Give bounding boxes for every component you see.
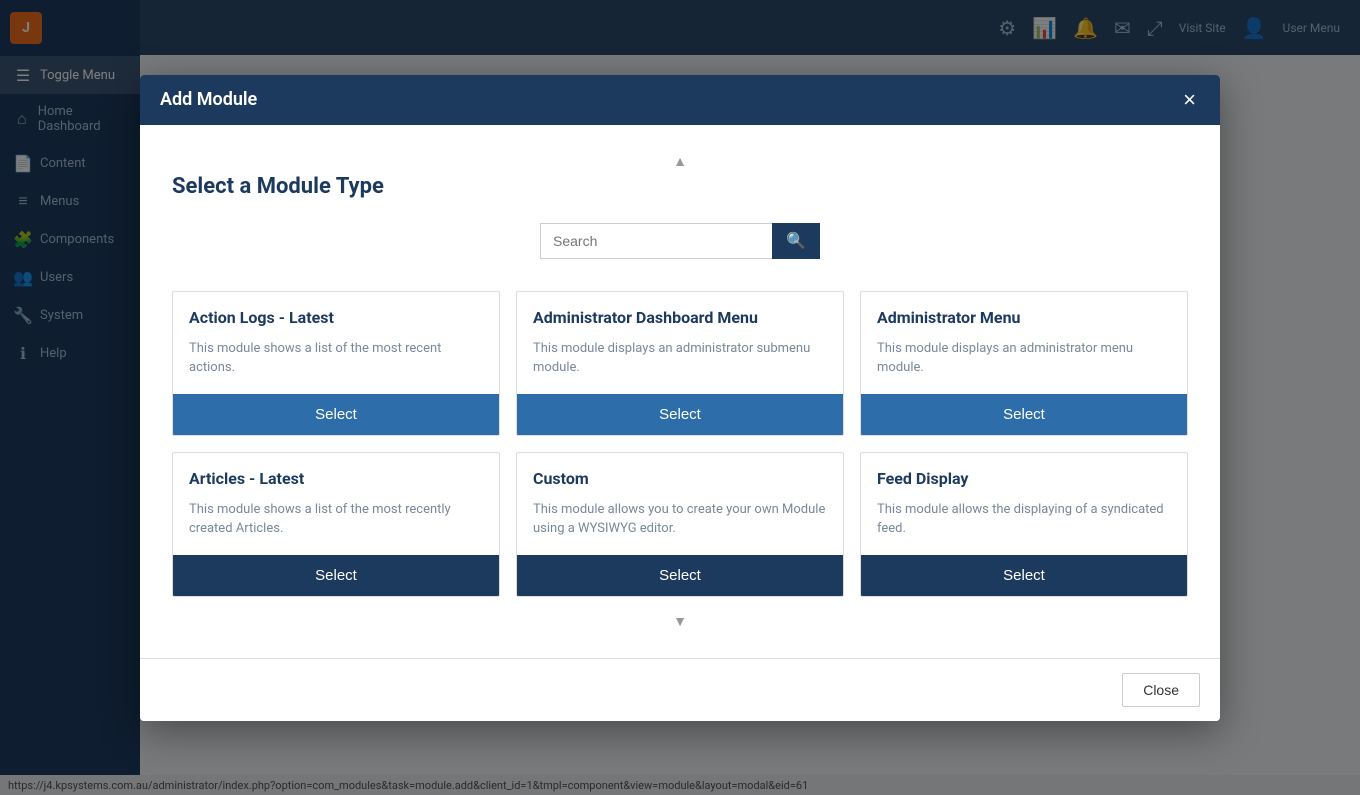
module-card-body: Custom This module allows you to create … [517, 453, 843, 555]
module-card-description: This module allows the displaying of a s… [877, 500, 1171, 539]
select-button-admin-dashboard-menu[interactable]: Select [517, 394, 843, 435]
module-card-footer: Select [517, 555, 843, 596]
select-button-articles-latest[interactable]: Select [173, 555, 499, 596]
module-card-title: Articles - Latest [189, 469, 483, 488]
section-title: Select a Module Type [172, 174, 1188, 199]
modal-overlay: Add Module × ▲ Select a Module Type 🔍 [0, 0, 1360, 795]
modal-footer: Close [140, 658, 1220, 721]
module-card-body: Administrator Dashboard Menu This module… [517, 292, 843, 394]
module-card-footer: Select [861, 555, 1187, 596]
modal-close-button[interactable]: × [1179, 89, 1200, 111]
module-card-admin-menu: Administrator Menu This module displays … [860, 291, 1188, 436]
select-button-action-logs[interactable]: Select [173, 394, 499, 435]
select-button-admin-menu[interactable]: Select [861, 394, 1187, 435]
module-card-title: Administrator Menu [877, 308, 1171, 327]
module-card-body: Administrator Menu This module displays … [861, 292, 1187, 394]
module-card-description: This module displays an administrator su… [533, 339, 827, 378]
search-input[interactable] [540, 223, 772, 259]
select-button-feed-display[interactable]: Select [861, 555, 1187, 596]
module-card-description: This module shows a list of the most rec… [189, 500, 483, 539]
scroll-up-arrow[interactable]: ▲ [172, 149, 1188, 174]
module-card-custom: Custom This module allows you to create … [516, 452, 844, 597]
module-card-body: Feed Display This module allows the disp… [861, 453, 1187, 555]
module-card-description: This module shows a list of the most rec… [189, 339, 483, 378]
module-card-footer: Select [173, 555, 499, 596]
scroll-down-arrow[interactable]: ▼ [172, 609, 1188, 634]
select-button-custom[interactable]: Select [517, 555, 843, 596]
module-card-footer: Select [517, 394, 843, 435]
modal-title: Add Module [160, 89, 257, 110]
modal-header: Add Module × [140, 75, 1220, 125]
module-card-description: This module displays an administrator me… [877, 339, 1171, 378]
module-card-title: Custom [533, 469, 827, 488]
module-card-action-logs-latest: Action Logs - Latest This module shows a… [172, 291, 500, 436]
module-card-body: Action Logs - Latest This module shows a… [173, 292, 499, 394]
module-card-footer: Select [861, 394, 1187, 435]
search-wrapper: 🔍 [540, 223, 820, 259]
module-card-footer: Select [173, 394, 499, 435]
search-button[interactable]: 🔍 [772, 223, 820, 259]
modules-grid: Action Logs - Latest This module shows a… [172, 291, 1188, 597]
module-card-feed-display: Feed Display This module allows the disp… [860, 452, 1188, 597]
module-card-admin-dashboard-menu: Administrator Dashboard Menu This module… [516, 291, 844, 436]
close-button[interactable]: Close [1122, 673, 1200, 707]
search-row: 🔍 [172, 223, 1188, 259]
module-card-title: Administrator Dashboard Menu [533, 308, 827, 327]
module-card-body: Articles - Latest This module shows a li… [173, 453, 499, 555]
module-card-articles-latest: Articles - Latest This module shows a li… [172, 452, 500, 597]
add-module-modal: Add Module × ▲ Select a Module Type 🔍 [140, 75, 1220, 721]
module-card-title: Feed Display [877, 469, 1171, 488]
module-card-description: This module allows you to create your ow… [533, 500, 827, 539]
module-card-title: Action Logs - Latest [189, 308, 483, 327]
search-icon: 🔍 [786, 233, 806, 250]
modal-body[interactable]: ▲ Select a Module Type 🔍 Action Logs - L… [140, 125, 1220, 658]
